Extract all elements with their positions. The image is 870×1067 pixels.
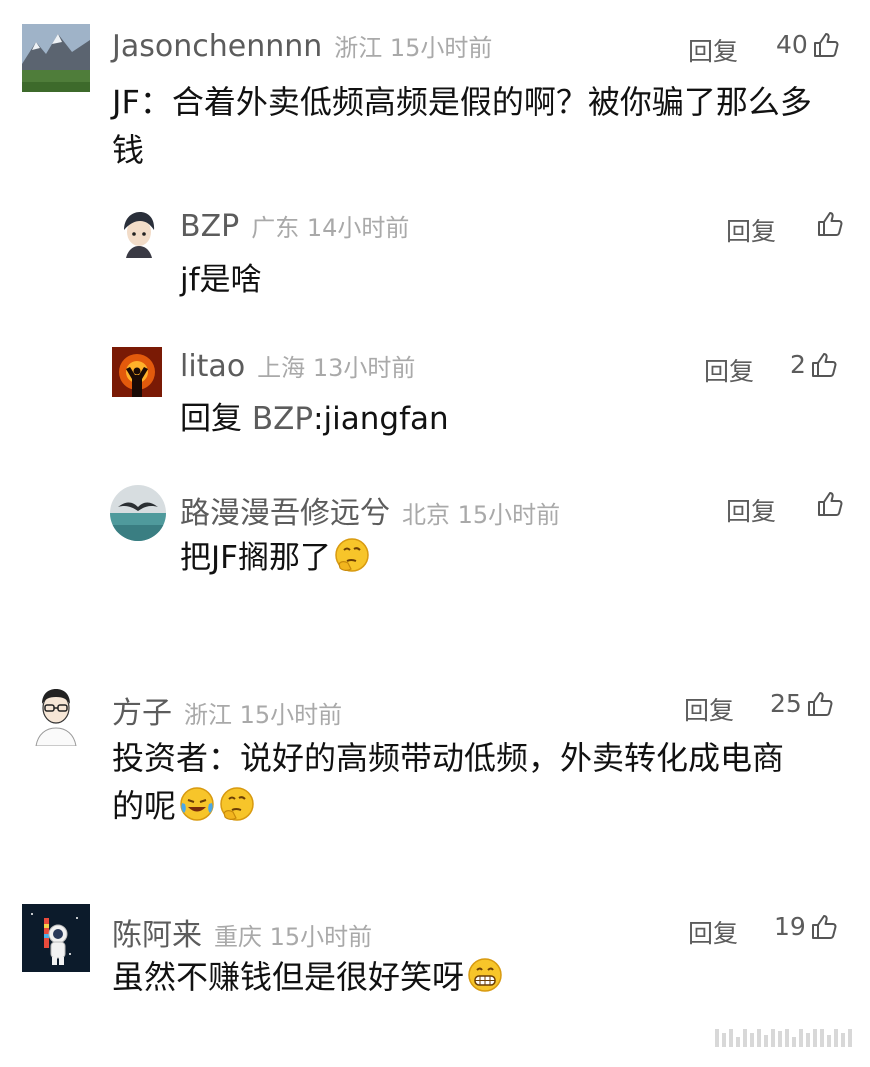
comment-content: 虽然不赚钱但是很好笑呀: [112, 958, 465, 996]
fire-silhouette-avatar[interactable]: [112, 347, 162, 397]
thumbs-up-icon: [807, 691, 833, 716]
like-button[interactable]: [816, 210, 844, 238]
username[interactable]: 陈阿来: [112, 910, 202, 954]
reply-text: 把JF搁那了: [180, 534, 371, 582]
like-count: 19: [774, 912, 806, 941]
like-count: 2: [790, 350, 806, 379]
reply-text: jf是啥: [180, 262, 262, 298]
thumbs-up-icon: [811, 352, 837, 377]
reply-content: 把JF搁那了: [180, 540, 331, 576]
reply-text: 回复 BZP:jiangfan: [180, 395, 449, 443]
like-button[interactable]: 25: [770, 689, 834, 718]
thinking-face-emoji: [335, 538, 369, 572]
crying-laughing-emoji: [180, 787, 214, 821]
reply-header: 路漫漫吾修远兮 北京 15小时前: [180, 488, 560, 532]
reply-sep: :: [313, 401, 324, 437]
reply-button[interactable]: 回复: [684, 691, 734, 727]
like-button[interactable]: 2: [790, 350, 838, 379]
glasses-man-avatar[interactable]: [22, 678, 90, 746]
reply-content: jiangfan: [323, 401, 449, 437]
like-button[interactable]: 19: [774, 912, 838, 941]
thumbs-up-icon: [811, 914, 837, 939]
seagull-sea-avatar[interactable]: [110, 485, 166, 541]
like-count: 40: [776, 30, 808, 59]
reply-button[interactable]: 回复: [688, 32, 738, 68]
reply-button[interactable]: 回复: [688, 914, 738, 950]
location-time: 浙江 15小时前: [334, 34, 493, 62]
thumbs-up-icon: [818, 492, 843, 516]
comment-text-line2: 的呢: [112, 782, 852, 830]
anime-boy-avatar[interactable]: [114, 208, 164, 258]
comment-text: 投资者：说好的高频带动低频，外卖转化成电商 的呢: [112, 734, 852, 830]
grinning-face-emoji: [468, 958, 502, 992]
thinking-face-emoji: [220, 787, 254, 821]
comment-header: 方子 浙江 15小时前: [112, 688, 342, 732]
location-time: 上海 13小时前: [257, 354, 416, 382]
comment-header: 陈阿来 重庆 15小时前: [112, 910, 372, 954]
reply-header: litao 上海 13小时前: [180, 348, 415, 384]
comment-text: 虽然不赚钱但是很好笑呀: [112, 953, 504, 1001]
username[interactable]: 方子: [112, 688, 172, 732]
reply-button[interactable]: 回复: [726, 212, 776, 248]
location-time: 北京 15小时前: [402, 501, 561, 529]
like-button[interactable]: 40: [776, 30, 840, 59]
comment-text: JF：合着外卖低频高频是假的啊？被你骗了那么多钱: [112, 83, 812, 169]
like-count: 25: [770, 689, 802, 718]
location-time: 重庆 15小时前: [214, 923, 373, 951]
username[interactable]: litao: [180, 349, 245, 384]
username[interactable]: 路漫漫吾修远兮: [180, 488, 390, 532]
like-button[interactable]: [816, 490, 844, 518]
reply-button[interactable]: 回复: [704, 352, 754, 388]
reply-button[interactable]: 回复: [726, 492, 776, 528]
comment-text-line1: 投资者：说好的高频带动低频，外卖转化成电商: [112, 739, 785, 777]
username[interactable]: Jasonchennnn: [112, 29, 322, 64]
thumbs-up-icon: [818, 212, 843, 236]
location-time: 广东 14小时前: [251, 214, 410, 242]
thumbs-up-icon: [813, 32, 839, 57]
barcode-watermark-icon: [715, 1029, 852, 1047]
reply-prefix: 回复: [180, 401, 242, 437]
comment-header: Jasonchennnn 浙江 15小时前: [112, 28, 492, 64]
username[interactable]: BZP: [180, 209, 239, 244]
location-time: 浙江 15小时前: [184, 701, 343, 729]
reply-target[interactable]: BZP: [252, 401, 313, 437]
mountain-landscape-avatar[interactable]: [22, 24, 90, 92]
reply-header: BZP 广东 14小时前: [180, 208, 409, 244]
astronaut-avatar[interactable]: [22, 904, 90, 972]
